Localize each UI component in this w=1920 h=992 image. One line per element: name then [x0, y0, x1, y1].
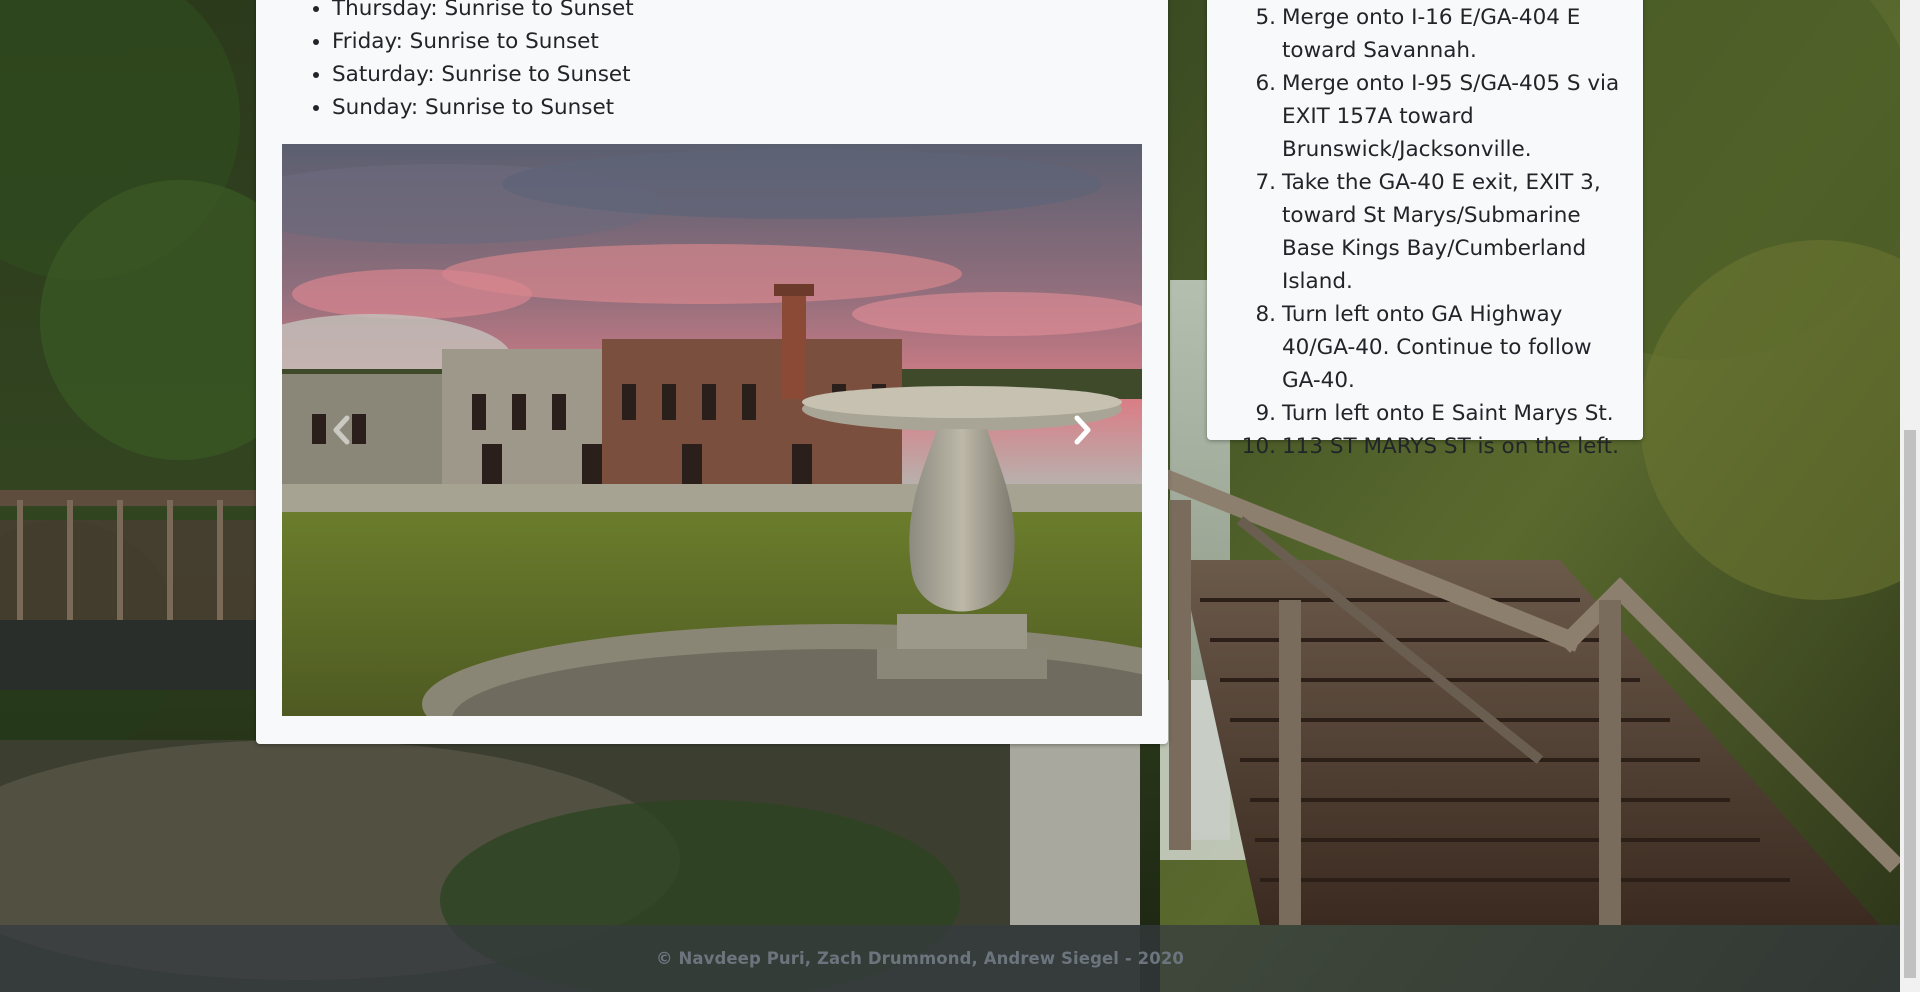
direction-step-number: 7. [1255, 170, 1276, 195]
footer-copyright: © Navdeep Puri, Zach Drummond, Andrew Si… [656, 949, 1184, 968]
page-footer: © Navdeep Puri, Zach Drummond, Andrew Si… [0, 925, 1900, 992]
hours-item: Friday: Sunrise to Sunset [332, 25, 634, 58]
direction-step-number: 8. [1255, 302, 1276, 327]
direction-step-text: Take the GA-40 E exit, EXIT 3, toward St… [1282, 170, 1601, 294]
direction-step-number: 5. [1255, 5, 1276, 30]
hours-list: Thursday: Sunrise to Sunset Friday: Sunr… [276, 0, 634, 124]
page-viewport: Thursday: Sunrise to Sunset Friday: Sunr… [0, 0, 1920, 992]
photo-carousel [282, 144, 1142, 716]
direction-step: 6. Merge onto I-95 S/GA-405 S via EXIT 1… [1255, 67, 1627, 166]
direction-step-text: Turn left onto GA Highway 40/GA-40. Cont… [1282, 302, 1592, 393]
chevron-right-icon [1074, 415, 1091, 445]
vertical-scrollbar[interactable] [1900, 0, 1920, 992]
chevron-left-icon [333, 415, 350, 445]
direction-step: 5. Merge onto I-16 E/GA-404 E toward Sav… [1255, 1, 1627, 67]
directions-list: 5. Merge onto I-16 E/GA-404 E toward Sav… [1232, 1, 1627, 463]
direction-step-number: 10. [1241, 434, 1276, 459]
direction-step: 8. Turn left onto GA Highway 40/GA-40. C… [1255, 298, 1627, 397]
direction-step-text: Merge onto I-16 E/GA-404 E toward Savann… [1282, 5, 1581, 63]
direction-step: 9. Turn left onto E Saint Marys St. [1255, 397, 1627, 430]
direction-step-number: 6. [1255, 71, 1276, 96]
carousel-prev-button[interactable] [282, 144, 402, 716]
hours-item: Saturday: Sunrise to Sunset [332, 58, 634, 91]
scrollbar-thumb[interactable] [1904, 430, 1916, 978]
direction-step-text: Merge onto I-95 S/GA-405 S via EXIT 157A… [1282, 71, 1620, 162]
direction-step-text: Turn left onto E Saint Marys St. [1282, 401, 1614, 426]
carousel-slide-image [282, 144, 1142, 716]
hours-item: Sunday: Sunrise to Sunset [332, 91, 634, 124]
carousel-next-button[interactable] [1022, 144, 1142, 716]
hours-item: Thursday: Sunrise to Sunset [332, 0, 634, 25]
direction-step-number: 9. [1255, 401, 1276, 426]
direction-step-text: 113 ST MARYS ST is on the left. [1282, 434, 1619, 459]
direction-step: 10. 113 ST MARYS ST is on the left. [1242, 430, 1627, 463]
direction-step: 7. Take the GA-40 E exit, EXIT 3, toward… [1255, 166, 1627, 298]
